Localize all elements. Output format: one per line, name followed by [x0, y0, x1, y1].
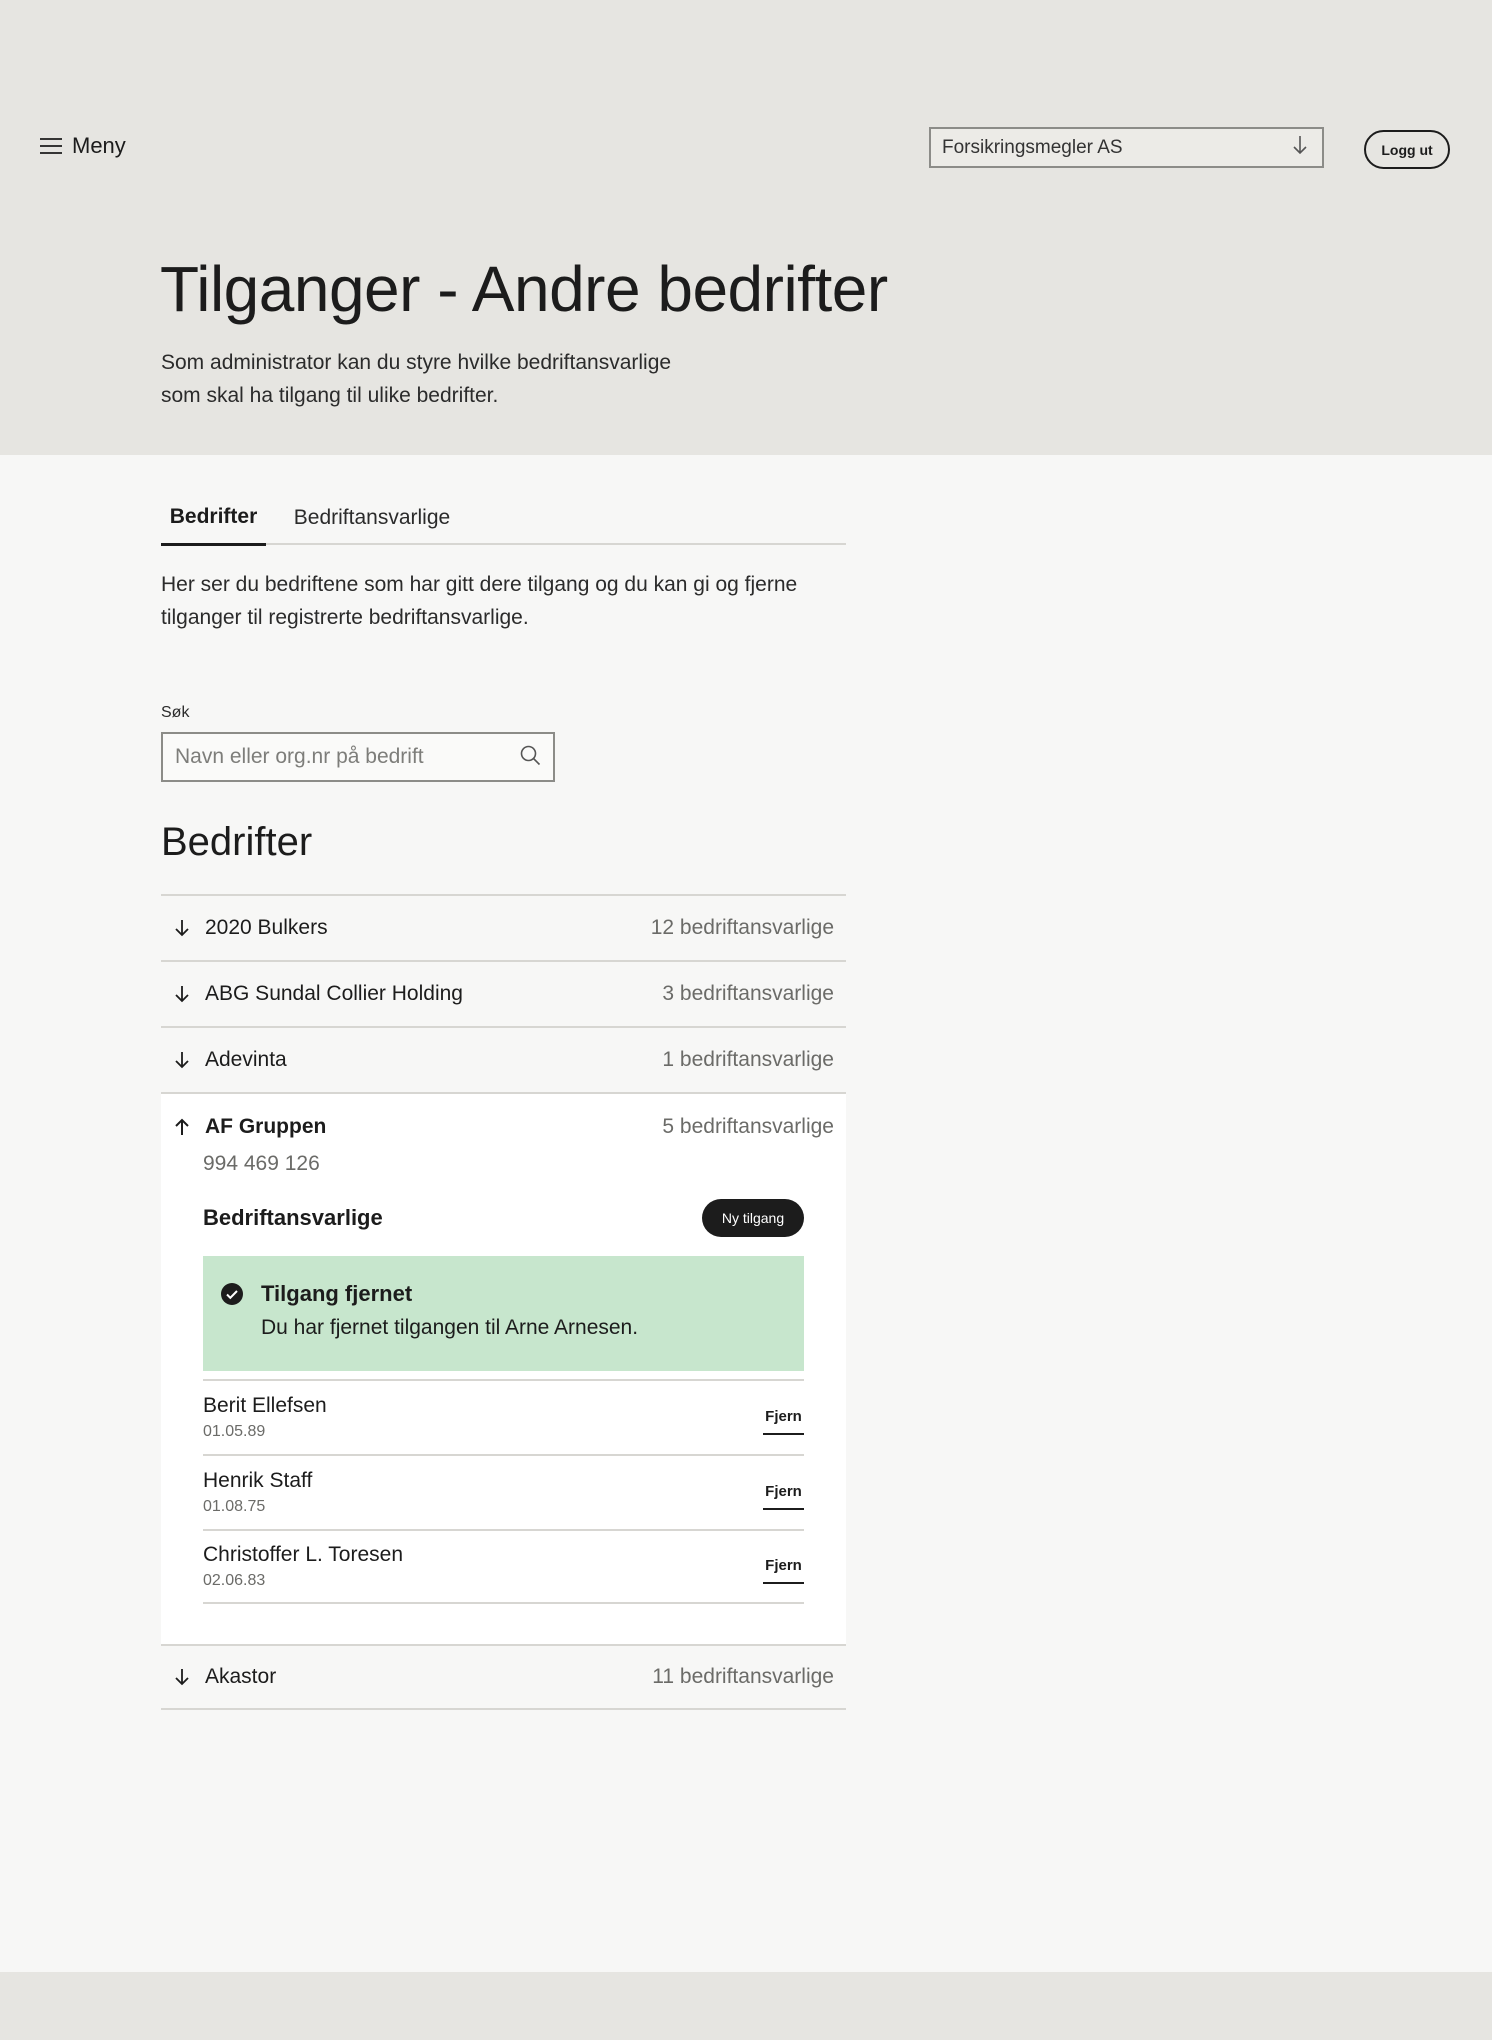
search-label: Søk	[161, 704, 190, 721]
success-alert: Tilgang fjernet Du har fjernet tilgangen…	[203, 1256, 804, 1371]
company-count: 12 bedriftansvarlige	[650, 916, 834, 939]
menu-button[interactable]: Meny	[40, 130, 126, 162]
alert-title: Tilgang fjernet	[261, 1281, 413, 1306]
company-list: 2020 Bulkers 12 bedriftansvarlige ABG Su…	[161, 894, 846, 1710]
company-name: ABG Sundal Collier Holding	[205, 982, 463, 1005]
company-row[interactable]: Adevinta 1 bedriftansvarlige	[161, 1026, 846, 1092]
responsibles-label: Bedriftansvarlige	[203, 1205, 383, 1230]
tab-description: Her ser du bedriftene som har gitt dere …	[161, 573, 798, 629]
remove-button[interactable]: Fjern	[763, 1408, 804, 1435]
hamburger-icon	[40, 137, 62, 155]
company-row[interactable]: ABG Sundal Collier Holding 3 bedriftansv…	[161, 960, 846, 1026]
menu-label: Meny	[72, 133, 126, 158]
arrow-down-icon	[173, 1050, 191, 1070]
company-name: Akastor	[205, 1665, 277, 1688]
alert-text: Du har fjernet tilgangen til Arne Arnese…	[261, 1316, 639, 1339]
new-access-button[interactable]: Ny tilgang	[702, 1199, 804, 1237]
person-name: Henrik Staff	[203, 1468, 313, 1492]
arrow-down-icon	[173, 918, 191, 938]
check-circle-icon	[221, 1283, 243, 1371]
tab-bar: Bedrifter Bedriftansvarlige	[161, 490, 846, 546]
tab-bedrifter[interactable]: Bedrifter	[161, 490, 266, 546]
company-name: 2020 Bulkers	[205, 916, 328, 939]
company-count: 1 bedriftansvarlige	[662, 1048, 834, 1071]
page-intro: Som administrator kan du styre hvilke be…	[161, 346, 761, 412]
company-count: 3 bedriftansvarlige	[662, 982, 834, 1005]
person-name: Berit Ellefsen	[203, 1393, 327, 1417]
responsible-list: Berit Ellefsen 01.05.89 Fjern Henrik Sta…	[203, 1379, 804, 1604]
person-date: 01.08.75	[203, 1497, 266, 1515]
organization-select[interactable]: Forsikringsmegler AS	[929, 127, 1324, 168]
company-name: Adevinta	[205, 1048, 287, 1071]
search-field	[161, 732, 555, 782]
remove-button[interactable]: Fjern	[763, 1483, 804, 1510]
page-header: Meny Forsikringsmegler AS Logg ut Tilgan…	[0, 0, 1492, 455]
arrow-down-icon	[173, 1667, 191, 1687]
page-footer	[0, 1972, 1492, 2040]
remove-button[interactable]: Fjern	[763, 1557, 804, 1584]
companies-title: Bedrifter	[161, 820, 313, 864]
person-date: 01.05.89	[203, 1422, 266, 1440]
responsible-row: Berit Ellefsen 01.05.89 Fjern	[203, 1379, 804, 1454]
arrow-down-icon	[1292, 135, 1308, 161]
company-row[interactable]: 2020 Bulkers 12 bedriftansvarlige	[161, 894, 846, 960]
search-input[interactable]	[175, 745, 519, 769]
responsible-row: Henrik Staff 01.08.75 Fjern	[203, 1454, 804, 1529]
company-name: AF Gruppen	[205, 1115, 327, 1138]
person-name: Christoffer L. Toresen	[203, 1542, 403, 1566]
person-date: 02.06.83	[203, 1571, 266, 1589]
organization-select-value: Forsikringsmegler AS	[942, 136, 1123, 158]
company-count: 11 bedriftansvarlige	[652, 1665, 834, 1688]
company-count: 5 bedriftansvarlige	[662, 1115, 834, 1138]
company-row[interactable]: Akastor 11 bedriftansvarlige	[161, 1644, 846, 1710]
logout-button[interactable]: Logg ut	[1364, 130, 1450, 169]
company-row-expanded[interactable]: AF Gruppen 5 bedriftansvarlige	[161, 1094, 846, 1160]
page-intro-line: Som administrator kan du styre hvilke be…	[161, 351, 672, 374]
responsibles-header: Bedriftansvarlige Ny tilgang	[203, 1198, 804, 1238]
company-expanded-panel: AF Gruppen 5 bedriftansvarlige 994 469 1…	[161, 1092, 846, 1644]
tab-bedriftansvarlige[interactable]: Bedriftansvarlige	[282, 490, 462, 545]
arrow-down-icon	[173, 984, 191, 1004]
search-icon[interactable]	[519, 744, 541, 771]
arrow-up-icon	[173, 1117, 191, 1137]
responsible-row: Christoffer L. Toresen 02.06.83 Fjern	[203, 1529, 804, 1604]
org-number: 994 469 126	[203, 1152, 320, 1175]
page-title: Tilganger - Andre bedrifter	[160, 253, 888, 325]
page-intro-line: som skal ha tilgang til ulike bedrifter.	[161, 384, 499, 407]
